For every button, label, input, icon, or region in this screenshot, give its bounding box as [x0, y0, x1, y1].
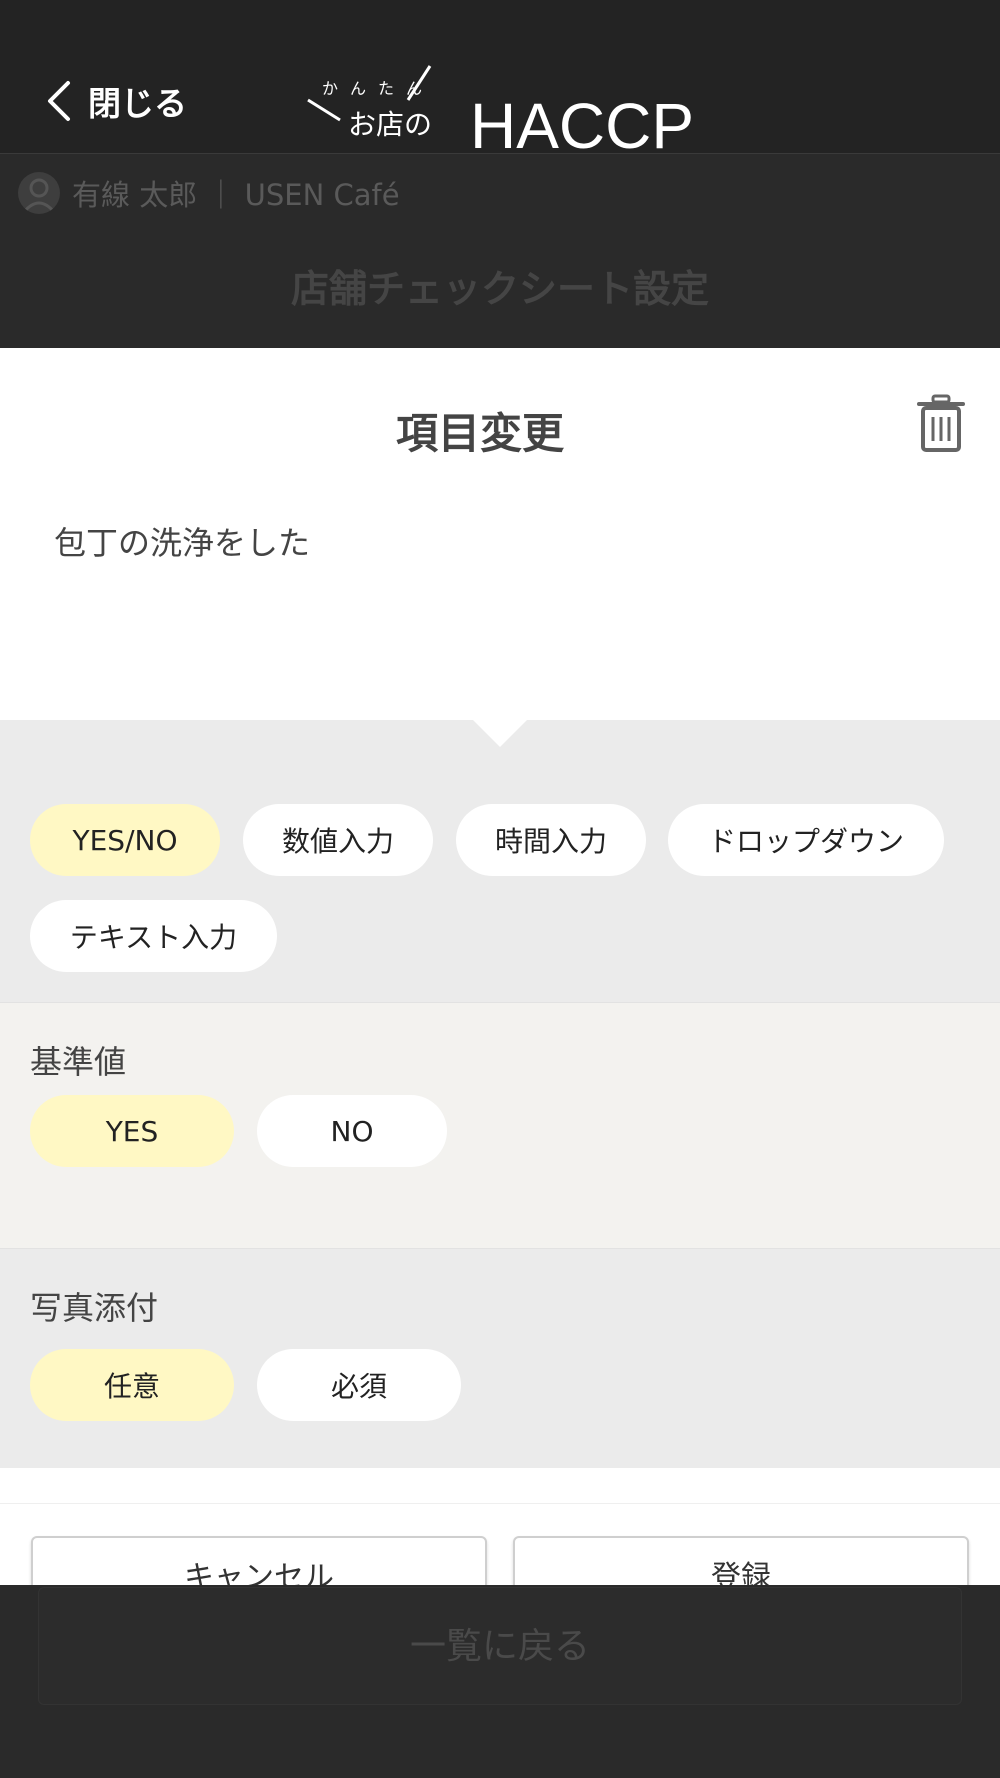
user-name: 有線 太郎 ｜ USEN Café — [72, 177, 400, 212]
status-bar — [0, 0, 1000, 50]
back-to-list-button[interactable]: 一覧に戻る — [38, 1587, 962, 1705]
type-time-button[interactable]: 時間入力 — [456, 804, 646, 876]
photo-attach-panel: 写真添付 任意 必須 — [0, 1248, 1000, 1468]
logo-brand: HACCP — [470, 90, 694, 154]
photo-label: 写真添付 — [30, 1289, 159, 1327]
type-yesno-button[interactable]: YES/NO — [30, 804, 220, 876]
edit-item-modal: 項目変更 包丁の洗浄をした YES/NO 数値入力 時間入力 ドロップダウン テ… — [0, 348, 1000, 1616]
logo-kana: かんたん — [322, 79, 434, 98]
page-title: 店舗チェックシート設定 — [0, 230, 1000, 348]
bottom-bar: 一覧に戻る — [0, 1585, 1000, 1778]
close-button[interactable]: 閉じる — [44, 76, 187, 126]
logo-shop: お店の — [348, 108, 432, 141]
type-number-button[interactable]: 数値入力 — [243, 804, 433, 876]
avatar — [18, 171, 60, 214]
item-name-text[interactable]: 包丁の洗浄をした — [54, 518, 310, 564]
standard-label: 基準値 — [30, 1043, 127, 1081]
haccp-logo: かんたん お店の HACCP — [300, 54, 720, 162]
delete-button[interactable] — [916, 394, 966, 452]
type-dropdown-button[interactable]: ドロップダウン — [668, 804, 944, 876]
chevron-left-icon — [48, 81, 70, 121]
type-text-button[interactable]: テキスト入力 — [30, 900, 277, 972]
modal-footer: キャンセル 登録 — [0, 1503, 1000, 1616]
panel-notch — [472, 719, 528, 747]
standard-no-button[interactable]: NO — [257, 1095, 447, 1167]
app-screen: 閉じる かんたん お店の HACCP 有線 太郎 ｜ USEN Café 店舗チ… — [0, 0, 1000, 1778]
user-bar: 有線 太郎 ｜ USEN Café — [0, 155, 1000, 230]
standard-value-panel: 基準値 YES NO — [0, 1002, 1000, 1248]
photo-optional-button[interactable]: 任意 — [30, 1349, 234, 1421]
user-icon — [22, 178, 56, 213]
app-header: 閉じる かんたん お店の HACCP — [0, 50, 1000, 162]
photo-required-button[interactable]: 必須 — [257, 1349, 461, 1421]
standard-yes-button[interactable]: YES — [30, 1095, 234, 1167]
close-label: 閉じる — [88, 84, 187, 123]
modal-title: 項目変更 — [395, 409, 564, 458]
trash-icon — [917, 394, 965, 452]
input-type-panel: YES/NO 数値入力 時間入力 ドロップダウン テキスト入力 — [0, 719, 1000, 1002]
